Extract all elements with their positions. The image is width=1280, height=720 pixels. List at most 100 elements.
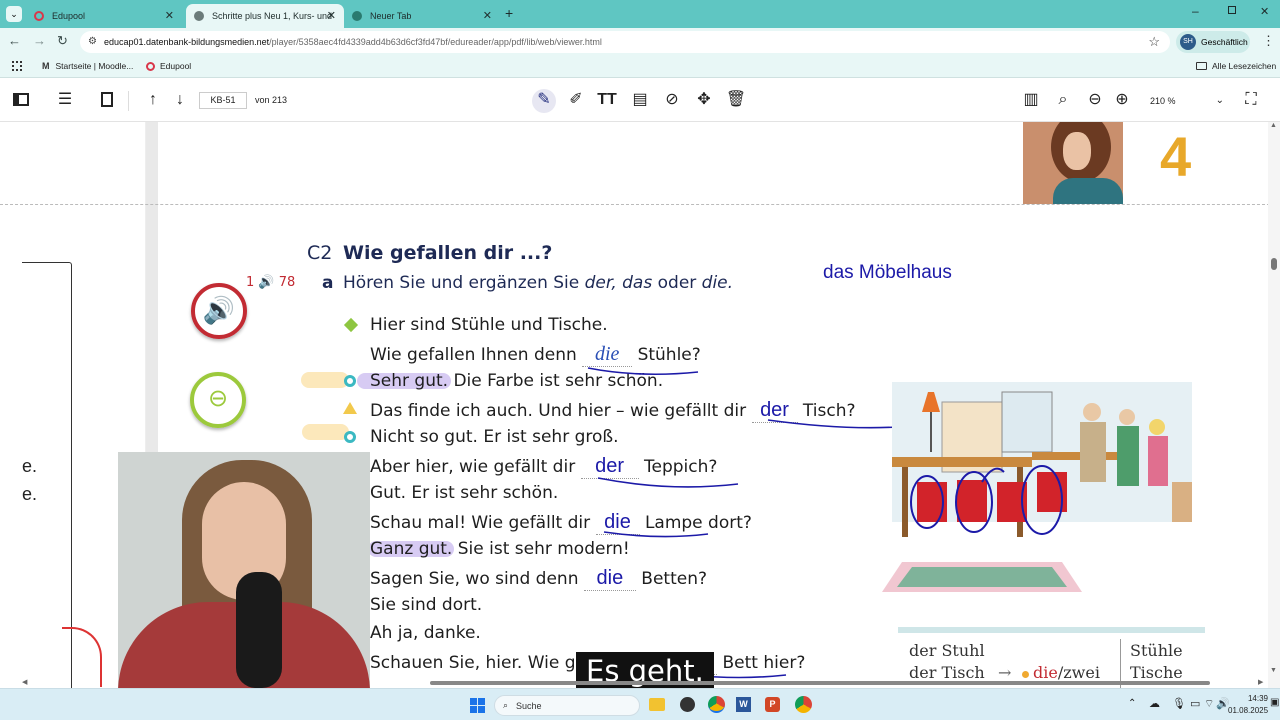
chevron-down-icon: ⌄ <box>1215 95 1224 106</box>
highlighter-icon[interactable]: ✐ <box>565 89 587 111</box>
bookmark-moodle[interactable]: M Startseite | Moodle... <box>42 61 133 71</box>
taskbar: ⌕ Suche W P ⌃ ☁ 🎙 ▭ ⌔ 🔊 14:39 01.08.2025… <box>0 688 1280 720</box>
find-in-page-icon[interactable]: ⌕ <box>1052 89 1074 111</box>
next-page-icon[interactable]: ↓ <box>169 89 191 111</box>
page-total: von 213 <box>255 95 288 105</box>
back-icon[interactable]: ← <box>8 33 21 48</box>
store-drawing <box>882 382 1192 592</box>
chrome-icon[interactable] <box>795 696 812 713</box>
clock[interactable]: 14:39 01.08.2025 <box>1228 693 1268 717</box>
tab-schritte[interactable]: Schritte plus Neu 1, Kurs- und / ✕ <box>186 4 344 28</box>
scroll-thumb-horizontal[interactable] <box>430 681 1210 685</box>
tab-edupool[interactable]: Edupool ✕ <box>26 4 182 28</box>
word-icon[interactable]: W <box>736 697 751 712</box>
url-path: /player/5358aec4fd4339add4b63d6cf3fd47bf… <box>269 37 602 47</box>
sidebar-toggle-icon[interactable] <box>10 89 32 111</box>
cloud-icon[interactable]: ☁ <box>1149 697 1160 710</box>
table-cell: Stühle <box>1130 641 1183 660</box>
text-tool-icon[interactable]: TT <box>596 89 618 111</box>
close-icon[interactable]: ✕ <box>165 9 174 22</box>
tab-label: Schritte plus Neu 1, Kurs- und / <box>212 11 332 21</box>
horizontal-scrollbar[interactable]: ◀ ▶ <box>20 678 1268 688</box>
address-bar[interactable]: ⚙ educap01.datenbank-bildungsmedien.net /… <box>80 31 1170 53</box>
dot-icon <box>1022 671 1029 678</box>
file-explorer-icon[interactable] <box>649 698 665 711</box>
date: 01.08.2025 <box>1228 706 1269 715</box>
scroll-thumb[interactable] <box>1271 258 1277 270</box>
globe-icon <box>194 11 204 21</box>
all-bookmarks-label: Alle Lesezeichen <box>1212 61 1277 71</box>
reload-icon[interactable]: ↻ <box>57 33 68 49</box>
folder-icon <box>1196 62 1207 70</box>
pdf-viewer-toolbar: ☰ ↑ ↓ KB-51 von 213 ✎ ✐ TT ▤ ⊘ ✥ 🗑 ▥ ⌕ ⊖… <box>0 79 1280 122</box>
tray-chevron-icon[interactable]: ⌃ <box>1128 698 1136 709</box>
furniture-store-illustration <box>882 362 1212 592</box>
document-viewer[interactable]: e. e. 4 C2 Wie gefallen dir ...? 1 🔊 78 a… <box>0 122 1280 688</box>
hide-annotations-icon[interactable]: ⊘ <box>661 89 683 111</box>
moodle-icon: M <box>42 61 50 71</box>
zoom-in-icon[interactable]: ⊕ <box>1111 89 1133 111</box>
browser-toolbar: ← → ↻ ⚙ educap01.datenbank-bildungsmedie… <box>0 28 1280 56</box>
bookmark-label: Startseite | Moodle... <box>55 61 134 71</box>
display-icon[interactable]: ▭ <box>1190 697 1200 710</box>
webcam-overlay <box>118 452 370 688</box>
search-icon: ⌕ <box>503 700 509 710</box>
zoom-value: 210 % <box>1150 96 1176 106</box>
mic-icon[interactable]: 🎙 <box>1172 697 1186 710</box>
url-host: educap01.datenbank-bildungsmedien.net <box>104 37 270 47</box>
forward-icon[interactable]: → <box>33 33 46 48</box>
window-close-icon[interactable]: ✕ <box>1260 5 1269 18</box>
taskbar-search[interactable]: ⌕ Suche <box>494 695 640 716</box>
search-placeholder: Suche <box>516 700 542 711</box>
table-cell: der Stuhl <box>909 641 985 660</box>
site-info-icon[interactable]: ⚙ <box>88 36 97 47</box>
reader-view-icon[interactable]: ▥ <box>1020 89 1042 111</box>
toolbar-divider <box>128 91 129 111</box>
zoom-out-icon[interactable]: ⊖ <box>1084 89 1106 111</box>
close-icon[interactable]: ✕ <box>327 9 336 22</box>
draw-pen-icon[interactable]: ✎ <box>532 89 556 113</box>
restore-icon[interactable] <box>1228 6 1236 14</box>
microphone-icon <box>236 572 282 688</box>
outline-icon[interactable]: ☰ <box>54 89 76 111</box>
profile-button[interactable]: SH Geschäftlich <box>1176 31 1250 53</box>
profile-label: Geschäftlich <box>1201 37 1248 47</box>
page-number-input[interactable]: KB-51 <box>199 92 247 109</box>
bookmark-star-icon[interactable]: ☆ <box>1148 34 1160 50</box>
close-icon[interactable]: ✕ <box>483 9 492 22</box>
wifi-icon[interactable]: ⌔ <box>1204 697 1214 711</box>
avatar: SH <box>1180 34 1196 50</box>
time: 14:39 <box>1247 694 1268 703</box>
app-icon[interactable] <box>680 697 695 712</box>
vertical-scrollbar[interactable]: ▲ ▼ <box>1268 122 1280 688</box>
fullscreen-icon[interactable]: ⛶ <box>1240 89 1262 111</box>
scroll-up-icon[interactable]: ▲ <box>1270 122 1277 129</box>
bookmark-edupool[interactable]: Edupool <box>146 61 191 71</box>
all-bookmarks-button[interactable]: Alle Lesezeichen <box>1196 61 1276 71</box>
document-icon[interactable] <box>96 89 118 111</box>
start-icon[interactable] <box>470 698 485 713</box>
new-tab-icon[interactable]: + <box>505 5 513 21</box>
comment-icon[interactable]: ▤ <box>629 89 651 111</box>
tab-label: Neuer Tab <box>370 11 412 21</box>
chrome-icon <box>352 11 362 21</box>
apps-icon[interactable] <box>12 61 22 71</box>
zoom-select[interactable]: 210 % ⌄ <box>1142 92 1228 110</box>
notification-icon[interactable]: ▣ <box>1270 697 1279 708</box>
powerpoint-icon[interactable]: P <box>765 697 780 712</box>
chrome-profile-icon[interactable] <box>708 696 725 713</box>
scroll-down-icon[interactable]: ▼ <box>1270 667 1277 674</box>
move-icon[interactable]: ✥ <box>693 89 715 111</box>
menu-icon[interactable]: ⋮ <box>1262 33 1275 49</box>
tab-search-dropdown-icon[interactable]: ⌄ <box>6 6 22 22</box>
browser-tab-bar: ⌄ Edupool ✕ Schritte plus Neu 1, Kurs- u… <box>0 0 1280 28</box>
scroll-right-icon[interactable]: ▶ <box>1258 678 1263 686</box>
scroll-left-icon[interactable]: ◀ <box>22 678 27 686</box>
previous-page-icon[interactable]: ↑ <box>142 89 164 111</box>
tab-new[interactable]: Neuer Tab ✕ <box>344 4 500 28</box>
edupool-icon <box>146 61 155 71</box>
delete-icon[interactable]: 🗑 <box>725 89 747 111</box>
bookmark-label: Edupool <box>160 61 192 71</box>
bookmarks-bar: M Startseite | Moodle... Edupool Alle Le… <box>0 56 1280 78</box>
minimize-icon[interactable]: – <box>1192 4 1199 18</box>
